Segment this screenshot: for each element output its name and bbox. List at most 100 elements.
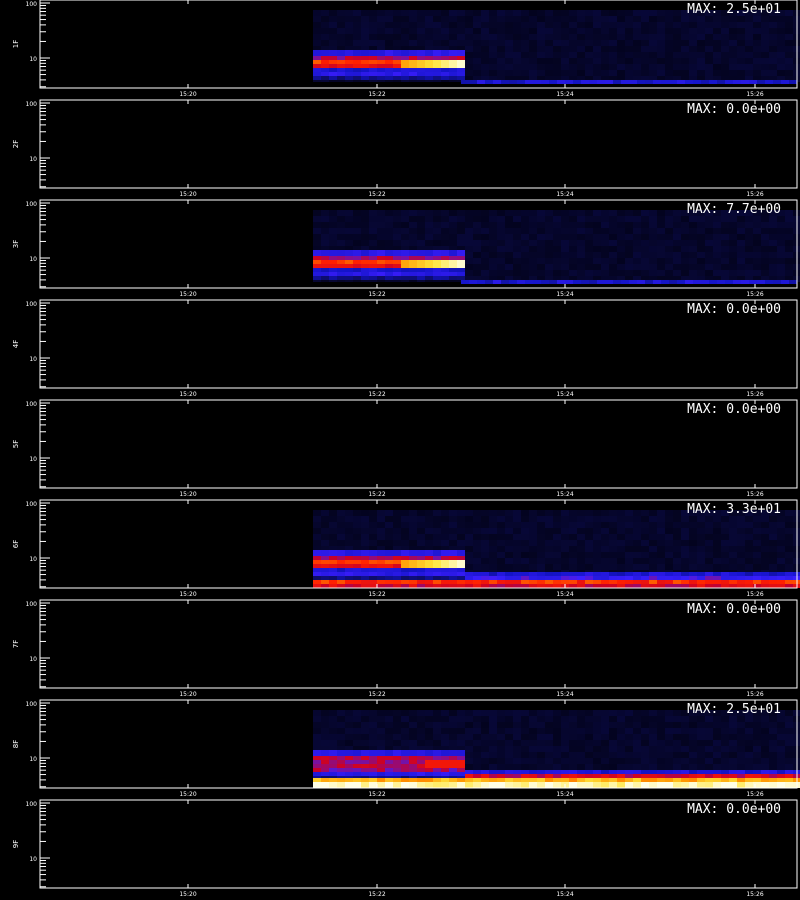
heat-cell [689, 222, 697, 228]
heat-cell [377, 540, 385, 546]
heat-cell [641, 240, 649, 246]
heat-cell [489, 240, 497, 246]
heat-cell [497, 210, 505, 216]
heat-cell [665, 246, 673, 252]
heat-cell [753, 770, 761, 774]
heat-cell [785, 510, 793, 516]
heat-cell [489, 580, 497, 584]
heat-cell [641, 264, 649, 270]
heat-cell [353, 778, 361, 782]
heat-cell [489, 258, 497, 264]
heat-cell [505, 540, 513, 546]
heat-cell [465, 716, 473, 722]
heat-cell [545, 270, 553, 276]
heat-cell [425, 22, 433, 28]
heat-cell [785, 252, 793, 258]
heat-cell [321, 272, 329, 276]
heat-cell [369, 264, 377, 268]
heat-cell [769, 52, 777, 58]
heat-cell [689, 534, 697, 540]
heat-cell [393, 276, 401, 280]
heat-cell [609, 16, 617, 22]
heat-cell [377, 740, 385, 746]
heat-cell [457, 510, 465, 516]
heat-cell [441, 782, 449, 788]
heat-cell [577, 270, 585, 276]
heat-cell [753, 270, 761, 276]
heat-cell [729, 770, 737, 774]
heat-cell [321, 710, 329, 716]
heat-cell [465, 58, 473, 64]
heat-cell [569, 546, 577, 552]
heat-cell [361, 64, 369, 68]
heat-cell [649, 516, 657, 522]
heat-cell [521, 572, 529, 576]
heat-cell [385, 572, 393, 576]
heat-cell [497, 516, 505, 522]
heat-cell [385, 740, 393, 746]
heat-cell [561, 16, 569, 22]
heat-cell [681, 722, 689, 728]
heat-cell [761, 576, 769, 580]
heat-cell [625, 234, 633, 240]
heat-cell [585, 58, 593, 64]
heat-cell [633, 580, 641, 584]
heat-cell [321, 34, 329, 40]
heat-cell [689, 228, 697, 234]
heat-cell [593, 710, 601, 716]
heat-cell [601, 572, 609, 576]
heat-cell [705, 774, 713, 778]
heat-cell [361, 772, 369, 776]
heat-cell [417, 572, 425, 576]
heat-cell [785, 546, 793, 552]
heat-cell [473, 728, 481, 734]
heat-cell [697, 270, 705, 276]
heat-cell [529, 734, 537, 740]
heat-cell [721, 22, 729, 28]
heat-cell [337, 768, 345, 772]
heat-cell [313, 556, 321, 560]
heat-cell [657, 258, 665, 264]
heat-cell [425, 576, 433, 580]
heat-cell [521, 728, 529, 734]
heat-cell [497, 246, 505, 252]
heat-cell [777, 522, 785, 528]
y-tick-label: 100 [26, 701, 38, 708]
heat-cell [345, 28, 353, 34]
heat-cell [441, 764, 449, 768]
heat-cell [633, 252, 641, 258]
heat-cell [505, 222, 513, 228]
heat-cell [621, 80, 629, 84]
heat-cell [617, 778, 625, 782]
heat-cell [337, 228, 345, 234]
heat-cell [673, 516, 681, 522]
heat-cell [729, 228, 737, 234]
heat-cell [745, 240, 753, 246]
heat-cell [665, 210, 673, 216]
heat-cell [449, 250, 457, 256]
heat-cell [681, 564, 689, 570]
heat-cell [337, 528, 345, 534]
heat-cell [585, 552, 593, 558]
heat-cell [329, 756, 337, 760]
heat-cell [665, 264, 673, 270]
heat-cell [777, 58, 785, 64]
heat-cell [529, 10, 537, 16]
heat-cell [353, 550, 361, 556]
heat-cell [505, 564, 513, 570]
heat-cell [789, 280, 797, 284]
heat-cell [769, 22, 777, 28]
heat-cell [449, 272, 457, 276]
heat-cell [585, 564, 593, 570]
heat-cell [481, 540, 489, 546]
heat-cell [633, 740, 641, 746]
heat-cell [473, 764, 481, 770]
heat-cell [521, 52, 529, 58]
heat-cell [441, 584, 449, 588]
heat-cell [609, 52, 617, 58]
heat-cell [753, 722, 761, 728]
heat-cell [705, 782, 713, 788]
heat-cell [545, 740, 553, 746]
heat-cell [329, 778, 337, 782]
heat-cell [489, 22, 497, 28]
